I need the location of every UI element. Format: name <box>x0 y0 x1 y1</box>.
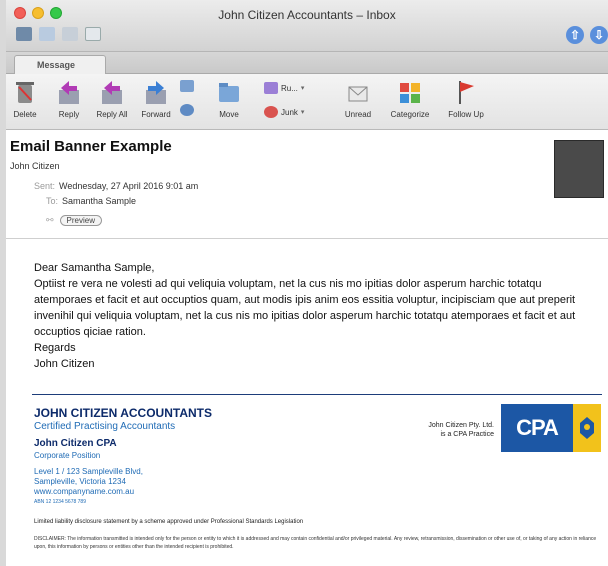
to-row: To: Samantha Sample <box>46 196 136 206</box>
categorize-button[interactable]: Categorize <box>384 78 436 119</box>
junk-icon <box>264 106 278 118</box>
rules-dropdown-icon: ▾ <box>300 85 305 92</box>
delete-label: Delete <box>13 110 37 119</box>
junk-button[interactable]: Junk ▾ <box>264 106 304 118</box>
practice-line-1: John Citizen Pty. Ltd. <box>428 422 494 429</box>
nav-arrows: ⇧ ⇩ <box>566 26 608 44</box>
junk-dropdown-icon: ▾ <box>300 109 305 116</box>
rules-label: Ru... <box>281 83 298 93</box>
next-message-arrow-icon[interactable]: ⇩ <box>590 26 608 44</box>
signature-divider <box>32 394 602 395</box>
reply-icon <box>57 78 81 106</box>
attachment-clip-icon: ⚯ <box>46 215 54 225</box>
paperclip-icon <box>180 104 194 116</box>
categorize-icon <box>398 78 422 106</box>
sender-name[interactable]: John Citizen <box>10 161 60 171</box>
forward-label: Forward <box>141 110 171 119</box>
firm-tagline: Certified Practising Accountants <box>34 421 176 432</box>
regards: Regards <box>34 342 76 354</box>
unread-label: Unread <box>344 110 372 119</box>
reply-all-icon <box>100 78 124 106</box>
address-line-1: Level 1 / 123 Sampleville Blvd, <box>34 467 143 476</box>
attachment-row: ⚯ Preview <box>46 215 102 226</box>
sent-label: Sent: <box>34 181 56 191</box>
envelope-icon <box>346 78 370 106</box>
attachment-button[interactable] <box>180 104 194 116</box>
signature-address: Level 1 / 123 Sampleville Blvd, Samplevi… <box>34 467 143 507</box>
reply-button[interactable]: Reply <box>52 78 86 119</box>
preview-button[interactable]: Preview <box>59 215 102 226</box>
to-label: To: <box>46 196 59 206</box>
signature-person: John Citizen CPA <box>34 438 117 449</box>
firm-name: JOHN CITIZEN ACCOUNTANTS <box>34 406 212 420</box>
meeting-button[interactable] <box>180 80 194 92</box>
move-button[interactable]: Move <box>214 78 244 119</box>
disclaimer-text: DISCLAIMER: The information transmitted … <box>34 536 597 550</box>
abn-number: ABN 12 1234 5678 789 <box>34 499 86 505</box>
window-title: John Citizen Accountants – Inbox <box>218 8 396 22</box>
forward-button[interactable]: Forward <box>138 78 174 119</box>
document-icon[interactable] <box>85 27 101 41</box>
junk-label: Junk <box>281 107 298 117</box>
quick-access-toolbar <box>16 27 101 41</box>
rules-button[interactable]: Ru... ▾ <box>264 82 304 94</box>
ribbon-tab-bar: Message <box>6 52 608 74</box>
follow-up-button[interactable]: Follow Up <box>444 78 488 119</box>
forward-icon <box>144 78 168 106</box>
website-link[interactable]: www.companyname.com.au <box>34 487 143 497</box>
reply-label: Reply <box>58 110 80 119</box>
ribbon: Delete Reply Reply All Forward Move Ru..… <box>6 74 608 130</box>
recipient-name[interactable]: Samantha Sample <box>62 196 136 206</box>
move-label: Move <box>219 110 239 119</box>
body-paragraph: Optiist re vera ne volesti ad qui veliqu… <box>34 278 576 338</box>
practice-line-2: is a CPA Practice <box>440 431 494 438</box>
follow-up-label: Follow Up <box>448 110 484 119</box>
flag-icon <box>454 78 478 106</box>
reply-all-label: Reply All <box>96 110 128 119</box>
delete-button[interactable]: Delete <box>10 78 40 119</box>
greeting: Dear Samantha Sample, <box>34 262 155 274</box>
message-subject: Email Banner Example <box>10 138 172 155</box>
cpa-logo-text: CPA <box>501 404 573 452</box>
folder-move-icon <box>217 78 241 106</box>
rules-icon <box>264 82 278 94</box>
header-divider <box>6 238 608 239</box>
unread-button[interactable]: Unread <box>338 78 378 119</box>
cpa-crest-icon <box>573 404 601 452</box>
message-body: Dear Samantha Sample, Optiist re vera ne… <box>34 260 602 372</box>
sign-off-name: John Citizen <box>34 358 95 370</box>
address-line-2: Sampleville, Victoria 1234 <box>34 477 126 486</box>
signature-position: Corporate Position <box>34 451 101 460</box>
save-icon[interactable] <box>16 27 32 41</box>
reply-all-button[interactable]: Reply All <box>92 78 132 119</box>
sent-date: Wednesday, 27 April 2016 9:01 am <box>59 181 199 191</box>
sent-row: Sent: Wednesday, 27 April 2016 9:01 am <box>34 181 198 191</box>
calendar-icon <box>180 80 194 92</box>
practice-statement: John Citizen Pty. Ltd. is a CPA Practice <box>428 421 494 439</box>
title-bar: John Citizen Accountants – Inbox ⇧ ⇩ <box>6 0 608 52</box>
sender-avatar <box>554 140 604 198</box>
folder-icon[interactable] <box>39 27 55 41</box>
mail-window: John Citizen Accountants – Inbox ⇧ ⇩ Mes… <box>6 0 608 566</box>
tab-message[interactable]: Message <box>14 55 106 74</box>
print-icon[interactable] <box>62 27 78 41</box>
trash-icon <box>13 78 37 106</box>
previous-message-arrow-icon[interactable]: ⇧ <box>566 26 584 44</box>
cpa-logo: CPA <box>501 404 601 452</box>
categorize-label: Categorize <box>390 110 430 119</box>
liability-statement: Limited liability disclosure statement b… <box>34 519 304 525</box>
